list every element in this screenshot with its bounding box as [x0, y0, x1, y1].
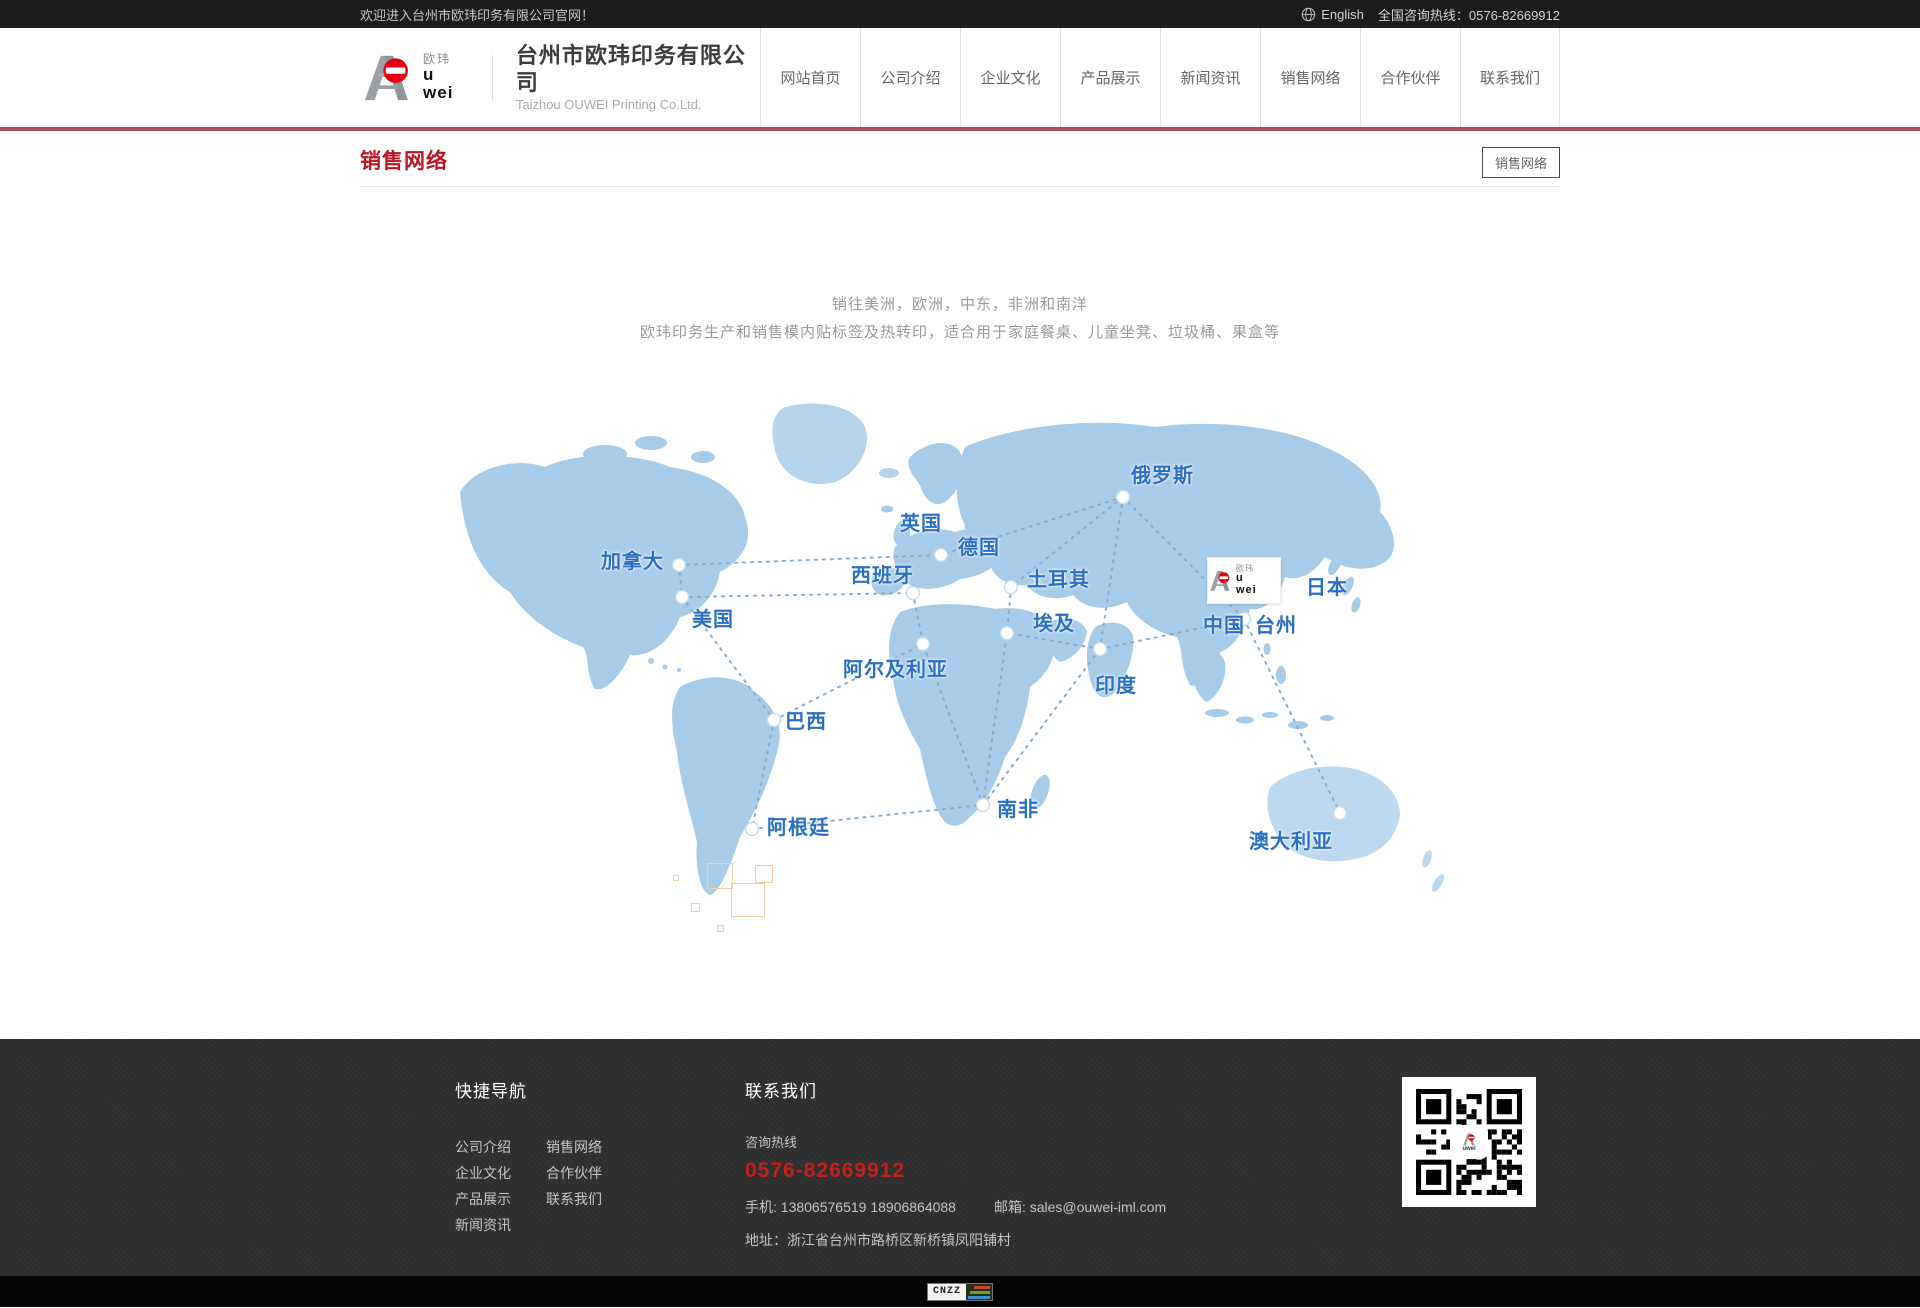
map-node-uk — [935, 549, 948, 562]
site-header: 欧玮 u wei 台州市欧玮印务有限公司 Taizhou OUWEI Print… — [0, 28, 1920, 131]
intro-line1: 销往美洲，欧洲，中东，非洲和南洋 — [0, 291, 1920, 319]
map-label-spain: 西班牙 — [851, 559, 914, 588]
logo-divider — [492, 55, 493, 101]
qr-center-logo: uwei — [1452, 1127, 1486, 1157]
footer-link-联系我们[interactable]: 联系我们 — [546, 1186, 602, 1212]
nav-item-合作伙伴[interactable]: 合作伙伴 — [1360, 28, 1460, 127]
quicknav-col1: 公司介绍企业文化产品展示新闻资讯 — [455, 1134, 511, 1238]
hotline-label: 咨询热线 — [745, 1132, 1365, 1151]
auwei-logo-icon — [1208, 569, 1232, 593]
map-node-argentina — [746, 823, 759, 836]
brand-en: u wei — [1236, 573, 1266, 596]
welcome-text: 欢迎进入台州市欧玮印务有限公司官网！ — [360, 5, 594, 24]
quicknav-title: 快捷导航 — [455, 1077, 602, 1102]
nav-item-销售网络[interactable]: 销售网络 — [1260, 28, 1360, 127]
hotline-number: 0576-82669912 — [745, 1159, 1365, 1183]
decorative-square — [731, 883, 765, 917]
decorative-square — [673, 875, 679, 881]
mobile-numbers: 手机: 13806576519 18906864088 — [745, 1197, 956, 1217]
nav-item-产品展示[interactable]: 产品展示 — [1060, 28, 1160, 127]
sales-network-button[interactable]: 销售网络 — [1482, 147, 1560, 178]
map-label-algeria: 阿尔及利亚 — [843, 653, 948, 682]
brand-en: u wei — [423, 66, 469, 102]
qr-code: uwei — [1402, 1077, 1536, 1207]
language-switch[interactable]: English — [1301, 7, 1364, 22]
map-label-台州: 台州 — [1255, 609, 1297, 638]
map-node-egypt — [1001, 627, 1014, 640]
map-node-turkey — [1005, 581, 1018, 594]
world-map-svg — [455, 397, 1465, 937]
quicknav-col2: 销售网络合作伙伴联系我们 — [546, 1134, 602, 1238]
map-company-marker: 欧玮 u wei — [1207, 557, 1281, 604]
map-label-russia: 俄罗斯 — [1131, 459, 1194, 488]
map-label-德国: 德国 — [958, 531, 1000, 560]
language-label: English — [1321, 7, 1364, 22]
auwei-logo-icon — [360, 53, 414, 103]
auwei-logo-icon — [1461, 1133, 1477, 1146]
page-title: 销售网络 — [360, 145, 1560, 175]
cnzz-label: CNZZ — [928, 1284, 966, 1300]
map-label-india: 印度 — [1095, 669, 1137, 698]
map-node-usa — [676, 591, 689, 604]
main-nav: 网站首页公司介绍企业文化产品展示新闻资讯销售网络合作伙伴联系我们 — [760, 28, 1560, 127]
map-node-russia — [1117, 491, 1130, 504]
map-node-canada — [673, 559, 686, 572]
topbar: 欢迎进入台州市欧玮印务有限公司官网！ English 全国咨询热线：0576-8… — [0, 0, 1920, 28]
map-label-uk: 英国 — [900, 507, 942, 536]
cnzz-badge[interactable]: CNZZ — [927, 1283, 993, 1301]
map-node-spain — [907, 587, 920, 600]
continents — [460, 404, 1446, 895]
cnzz-stripes-icon — [966, 1284, 992, 1300]
address-text: 地址：浙江省台州市路桥区新桥镇凤阳铺村 — [745, 1230, 1365, 1250]
email-text[interactable]: 邮箱: sales@ouwei-iml.com — [994, 1197, 1166, 1217]
nav-item-网站首页[interactable]: 网站首页 — [760, 28, 860, 127]
qr-logo-text: uwei — [1462, 1146, 1475, 1152]
nav-item-企业文化[interactable]: 企业文化 — [960, 28, 1060, 127]
decorative-square — [691, 903, 700, 912]
page-head: 销售网络 销售网络 — [360, 145, 1560, 187]
site-logo[interactable]: 欧玮 u wei 台州市欧玮印务有限公司 Taizhou OUWEI Print… — [360, 28, 760, 127]
map-node-india — [1094, 643, 1107, 656]
hotline-text: 全国咨询热线：0576-82669912 — [1378, 5, 1560, 24]
decorative-square — [717, 925, 724, 932]
footer-quicknav: 快捷导航 公司介绍企业文化产品展示新闻资讯 销售网络合作伙伴联系我们 — [455, 1077, 602, 1238]
footer-contact: 联系我们 咨询热线 0576-82669912 手机: 13806576519 … — [745, 1077, 1365, 1250]
footer-link-公司介绍[interactable]: 公司介绍 — [455, 1134, 511, 1160]
site-footer: 快捷导航 公司介绍企业文化产品展示新闻资讯 销售网络合作伙伴联系我们 联系我们 … — [0, 1039, 1920, 1276]
nav-item-联系我们[interactable]: 联系我们 — [1460, 28, 1560, 127]
globe-icon — [1301, 7, 1316, 22]
map-label-southafrica: 南非 — [997, 793, 1039, 822]
company-name-cn: 台州市欧玮印务有限公司 — [516, 42, 760, 97]
map-node-australia — [1334, 807, 1347, 820]
map-node-brazil — [768, 714, 781, 727]
decorative-square — [755, 865, 773, 883]
footer-link-企业文化[interactable]: 企业文化 — [455, 1160, 511, 1186]
map-label-turkey: 土耳其 — [1027, 563, 1090, 592]
map-label-argentina: 阿根廷 — [767, 811, 830, 840]
nav-item-新闻资讯[interactable]: 新闻资讯 — [1160, 28, 1260, 127]
decorative-square — [707, 863, 733, 889]
intro-line2: 欧玮印务生产和销售模内贴标签及热转印，适合用于家庭餐桌、儿童坐凳、垃圾桶、果盒等 — [0, 319, 1920, 347]
map-label-canada: 加拿大 — [601, 545, 664, 574]
map-node-southafrica — [977, 799, 990, 812]
map-label-usa: 美国 — [692, 603, 734, 632]
company-name-en: Taizhou OUWEI Printing Co.Ltd. — [516, 97, 760, 113]
map-label-brazil: 巴西 — [785, 705, 827, 734]
map-label-egypt: 埃及 — [1033, 607, 1075, 636]
footer-link-产品展示[interactable]: 产品展示 — [455, 1186, 511, 1212]
footer-link-新闻资讯[interactable]: 新闻资讯 — [455, 1212, 511, 1238]
map-label-australia: 澳大利亚 — [1249, 825, 1333, 854]
intro-text: 销往美洲，欧洲，中东，非洲和南洋 欧玮印务生产和销售模内贴标签及热转印，适合用于… — [0, 291, 1920, 347]
sales-network-map: 加拿大美国 英国西班牙 俄罗斯土耳其埃及阿尔及利亚印度 中国巴西阿根廷 南非澳大利亚 德国… — [455, 397, 1465, 937]
bottom-bar: CNZZ — [0, 1276, 1920, 1307]
footer-link-销售网络[interactable]: 销售网络 — [546, 1134, 602, 1160]
map-label-日本: 日本 — [1306, 571, 1348, 600]
map-node-algeria — [917, 638, 930, 651]
footer-link-合作伙伴[interactable]: 合作伙伴 — [546, 1160, 602, 1186]
map-label-china: 中国 — [1203, 609, 1245, 638]
nav-item-公司介绍[interactable]: 公司介绍 — [860, 28, 960, 127]
contact-title: 联系我们 — [745, 1077, 1365, 1102]
